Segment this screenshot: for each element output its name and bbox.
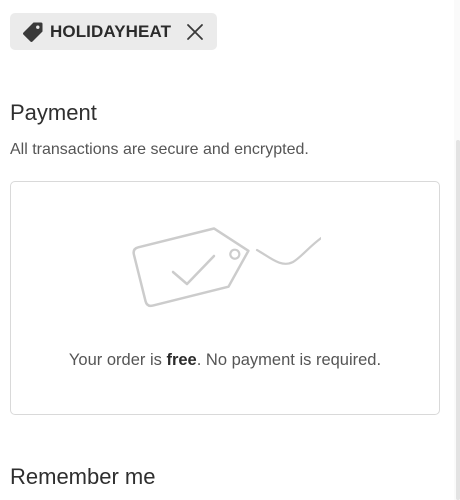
discount-code-chip: HOLIDAYHEAT bbox=[10, 13, 218, 50]
payment-subtitle: All transactions are secure and encrypte… bbox=[10, 141, 309, 158]
payment-heading: Payment bbox=[10, 100, 97, 125]
free-message-suffix: . No payment is required. bbox=[196, 351, 382, 369]
scrollbar-thumb[interactable] bbox=[456, 140, 460, 500]
free-order-message: Your order is free. No payment is requir… bbox=[11, 351, 439, 370]
free-message-bold: free bbox=[166, 351, 197, 369]
close-icon[interactable] bbox=[185, 22, 205, 42]
price-tag-check-icon bbox=[132, 227, 321, 308]
free-order-box: Your order is free. No payment is requir… bbox=[10, 181, 440, 415]
remember-me-heading: Remember me bbox=[10, 464, 156, 489]
discount-code-text: HOLIDAYHEAT bbox=[50, 21, 172, 41]
checkout-page: HOLIDAYHEAT Payment All transactions are… bbox=[0, 0, 460, 500]
free-message-prefix: Your order is bbox=[68, 351, 167, 369]
tag-icon bbox=[22, 21, 44, 43]
